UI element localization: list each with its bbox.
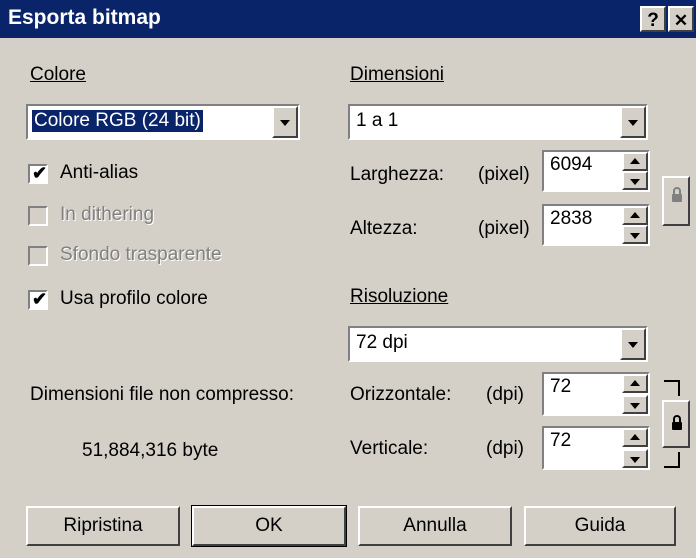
dimensions-section-label: Dimensioni bbox=[350, 64, 444, 85]
dithering-checkbox[interactable] bbox=[28, 206, 48, 226]
dimensions-combo[interactable]: 1 a 1 bbox=[348, 104, 648, 140]
arrow-down-icon bbox=[630, 456, 640, 463]
arrow-up-icon bbox=[630, 211, 640, 218]
chevron-down-icon bbox=[280, 120, 290, 126]
file-size-value: 51,884,316 byte bbox=[82, 440, 219, 461]
check-icon: ✔ bbox=[32, 289, 48, 309]
horizontal-dpi-spinbox[interactable]: 72 bbox=[542, 372, 650, 416]
vertical-decrement-button[interactable] bbox=[622, 449, 648, 468]
window-title: Esporta bitmap bbox=[8, 6, 161, 29]
resolution-value: 72 dpi bbox=[356, 332, 408, 353]
ok-button[interactable]: OK bbox=[191, 505, 347, 547]
dpi-lock-button[interactable] bbox=[662, 400, 690, 448]
chevron-down-icon bbox=[628, 342, 638, 348]
width-decrement-button[interactable] bbox=[622, 171, 648, 190]
lock-icon bbox=[672, 187, 682, 202]
horizontal-dpi-value: 72 bbox=[550, 376, 572, 397]
aspect-lock-button[interactable] bbox=[662, 176, 690, 226]
transparent-bg-checkbox[interactable] bbox=[28, 246, 48, 266]
horizontal-unit: (dpi) bbox=[486, 384, 525, 405]
color-mode-value: Colore RGB (24 bit) bbox=[32, 110, 203, 132]
chevron-down-icon bbox=[628, 120, 638, 126]
height-label: Altezza: bbox=[350, 218, 418, 239]
color-mode-combo[interactable]: Colore RGB (24 bit) bbox=[26, 104, 300, 140]
dimensions-dropdown-button[interactable] bbox=[620, 106, 646, 138]
width-label: Larghezza: bbox=[350, 164, 445, 185]
help-button[interactable]: Guida bbox=[524, 506, 676, 546]
file-size-label: Dimensioni file non compresso: bbox=[30, 384, 295, 405]
color-profile-label: Usa profilo colore bbox=[60, 288, 208, 309]
arrow-up-icon bbox=[630, 433, 640, 440]
cancel-button[interactable]: Annulla bbox=[358, 506, 512, 546]
color-mode-dropdown-button[interactable] bbox=[272, 106, 298, 138]
height-increment-button[interactable] bbox=[622, 206, 648, 225]
width-unit: (pixel) bbox=[478, 164, 530, 185]
arrow-down-icon bbox=[630, 402, 640, 409]
dithering-label: In dithering bbox=[60, 204, 155, 225]
horizontal-increment-button[interactable] bbox=[622, 374, 648, 393]
color-profile-checkbox[interactable]: ✔ bbox=[28, 289, 48, 310]
vertical-dpi-value: 72 bbox=[550, 430, 572, 451]
arrow-up-icon bbox=[630, 379, 640, 386]
height-decrement-button[interactable] bbox=[622, 225, 648, 244]
horizontal-label: Orizzontale: bbox=[350, 384, 452, 405]
close-button[interactable]: ✕ bbox=[668, 6, 694, 32]
resolution-dropdown-button[interactable] bbox=[620, 328, 646, 360]
arrow-down-icon bbox=[630, 178, 640, 185]
anti-alias-label: Anti-alias bbox=[60, 162, 139, 183]
vertical-unit: (dpi) bbox=[486, 438, 525, 459]
reset-button[interactable]: Ripristina bbox=[26, 506, 180, 546]
help-title-button[interactable]: ? bbox=[640, 6, 666, 32]
width-value: 6094 bbox=[550, 154, 593, 175]
vertical-label: Verticale: bbox=[350, 438, 429, 459]
color-section-label: Colore bbox=[30, 64, 86, 85]
arrow-up-icon bbox=[630, 157, 640, 164]
vertical-dpi-spinbox[interactable]: 72 bbox=[542, 426, 650, 470]
resolution-combo[interactable]: 72 dpi bbox=[348, 326, 648, 362]
height-value: 2838 bbox=[550, 208, 593, 229]
height-unit: (pixel) bbox=[478, 218, 530, 239]
horizontal-decrement-button[interactable] bbox=[622, 395, 648, 414]
lock-icon bbox=[672, 415, 682, 430]
dimensions-value: 1 a 1 bbox=[356, 110, 399, 131]
width-increment-button[interactable] bbox=[622, 152, 648, 171]
bracket-top bbox=[664, 380, 680, 396]
resolution-section-label: Risoluzione bbox=[350, 286, 449, 307]
arrow-down-icon bbox=[630, 232, 640, 239]
height-spinbox[interactable]: 2838 bbox=[542, 204, 650, 246]
anti-alias-checkbox[interactable]: ✔ bbox=[28, 163, 48, 184]
transparent-bg-label: Sfondo trasparente bbox=[60, 244, 222, 265]
width-spinbox[interactable]: 6094 bbox=[542, 150, 650, 192]
check-icon: ✔ bbox=[32, 163, 48, 183]
bracket-bottom bbox=[664, 452, 680, 468]
vertical-increment-button[interactable] bbox=[622, 428, 648, 447]
